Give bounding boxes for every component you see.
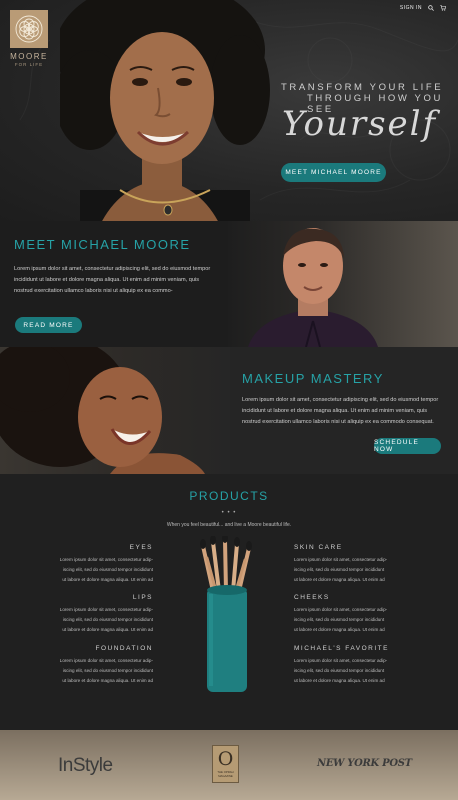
meet-michael-moore-button[interactable]: MEET MICHAEL MOORE xyxy=(281,163,386,182)
brand-tagline: FOR LIFE xyxy=(14,62,44,67)
meet-section: MEET MICHAEL MOORE Lorem ipsum dolor sit… xyxy=(0,221,458,347)
michael-moore-photo xyxy=(228,221,458,347)
hero-script-word: Yourself xyxy=(282,104,438,144)
makeup-section: MAKEUP MASTERY Lorem ipsum dolor sit ame… xyxy=(0,347,458,474)
products-subtitle: When you feel beautiful... and live a Mo… xyxy=(166,522,292,528)
oprah-letter: O xyxy=(217,748,234,770)
brand-logo[interactable] xyxy=(10,10,48,48)
category-michaels-favorite[interactable]: MICHAEL'S FAVORITE Lorem ipsum dolor sit… xyxy=(294,645,389,686)
top-navigation: SIGN IN xyxy=(400,5,446,11)
oprah-magazine-logo: O THE OPRAH MAGAZINE xyxy=(212,745,239,783)
cart-icon[interactable] xyxy=(440,5,446,11)
makeup-body-text: Lorem ipsum dolor sit amet, consectetur … xyxy=(242,397,439,425)
hero-woman-portrait xyxy=(60,0,270,221)
meet-body-text: Lorem ipsum dolor sit amet, consectetur … xyxy=(14,266,211,294)
oprah-subtitle: THE OPRAH MAGAZINE xyxy=(217,770,234,778)
smiling-woman-photo xyxy=(0,347,230,474)
category-skin-care[interactable]: SKIN CARE Lorem ipsum dolor sit amet, co… xyxy=(294,544,389,585)
category-text: Lorem ipsum dolor sit amet, consectetur … xyxy=(294,557,388,582)
flower-of-life-icon xyxy=(15,15,43,43)
category-heading: EYES xyxy=(129,544,153,551)
category-heading: FOUNDATION xyxy=(95,645,153,652)
new-york-post-logo: NEW YORK POST xyxy=(317,758,412,769)
search-icon[interactable] xyxy=(428,5,434,11)
category-text: Lorem ipsum dolor sit amet, consectetur … xyxy=(59,658,153,683)
category-text: Lorem ipsum dolor sit amet, consectetur … xyxy=(59,557,153,582)
products-divider-dots: • • • xyxy=(221,510,237,516)
brand-name: MOORE xyxy=(10,52,48,61)
category-text: Lorem ipsum dolor sit amet, consectetur … xyxy=(294,658,388,683)
schedule-now-button[interactable]: SCHEDULE NOW xyxy=(374,438,441,454)
category-eyes[interactable]: EYES Lorem ipsum dolor sit amet, consect… xyxy=(58,544,153,585)
hero-section: MOORE FOR LIFE SIGN IN TRANSFORM YOUR LI… xyxy=(0,0,458,221)
category-heading: MICHAEL'S FAVORITE xyxy=(294,645,389,652)
meet-title: MEET MICHAEL MOORE xyxy=(14,237,191,252)
category-heading: CHEEKS xyxy=(294,594,330,601)
makeup-brush-cup-image xyxy=(200,536,252,692)
press-logos-strip: InStyle O THE OPRAH MAGAZINE NEW YORK PO… xyxy=(0,730,458,800)
category-text: Lorem ipsum dolor sit amet, consectetur … xyxy=(294,607,388,632)
hero-headline-line1: TRANSFORM YOUR LIFE xyxy=(281,82,444,93)
category-foundation[interactable]: FOUNDATION Lorem ipsum dolor sit amet, c… xyxy=(58,645,153,686)
category-heading: SKIN CARE xyxy=(294,544,343,551)
products-section: PRODUCTS • • • When you feel beautiful..… xyxy=(0,474,458,730)
category-lips[interactable]: LIPS Lorem ipsum dolor sit amet, consect… xyxy=(58,594,153,635)
category-cheeks[interactable]: CHEEKS Lorem ipsum dolor sit amet, conse… xyxy=(294,594,389,635)
smiling-woman-portrait xyxy=(0,347,205,474)
products-title: PRODUCTS xyxy=(189,489,269,503)
michael-portrait xyxy=(248,228,378,347)
category-heading: LIPS xyxy=(132,594,153,601)
makeup-title: MAKEUP MASTERY xyxy=(242,371,384,386)
read-more-button[interactable]: READ MORE xyxy=(15,317,82,333)
sign-in-link[interactable]: SIGN IN xyxy=(400,5,422,11)
instyle-logo: InStyle xyxy=(58,755,113,776)
category-text: Lorem ipsum dolor sit amet, consectetur … xyxy=(59,607,153,632)
